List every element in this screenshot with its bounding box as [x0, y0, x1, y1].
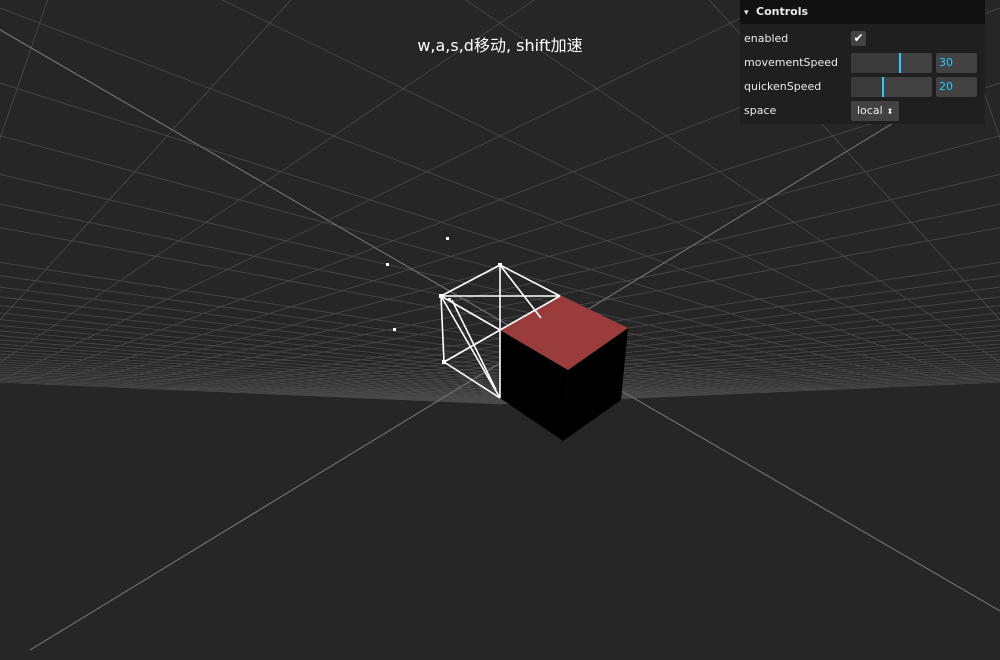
quicken-speed-slider[interactable] [851, 77, 932, 97]
checkmark-icon: ✔ [853, 31, 864, 45]
helper-point [498, 263, 502, 267]
slider-handle[interactable] [882, 77, 884, 97]
red-cube[interactable] [500, 295, 628, 441]
controls-panel: ▾ Controls enabled ✔ movementSpeed 30 qui… [740, 0, 985, 124]
helper-edge [499, 264, 542, 319]
controls-panel-title[interactable]: ▾ Controls [740, 0, 985, 24]
helper-point [439, 294, 443, 298]
movement-speed-slider[interactable] [851, 53, 932, 73]
grid-line [0, 0, 48, 140]
grid-line [0, 305, 767, 393]
helper-edge [440, 295, 445, 363]
space-row: space local ⬍ [740, 101, 985, 121]
grid-line [0, 296, 783, 392]
quicken-speed-input[interactable]: 20 [936, 77, 977, 97]
quicken-speed-row: quickenSpeed 20 [740, 77, 985, 97]
grid-line [0, 262, 834, 390]
helper-edge [499, 264, 561, 297]
helper-point [393, 328, 396, 331]
helper-point [442, 360, 446, 364]
slider-fill [851, 53, 900, 73]
select-arrows-icon: ⬍ [886, 107, 894, 116]
controls-title-label: Controls [756, 5, 809, 18]
slider-fill [851, 77, 883, 97]
helper-point [448, 298, 451, 301]
enabled-checkbox[interactable]: ✔ [851, 31, 866, 46]
helper-point [386, 263, 389, 266]
space-select-value: local [857, 104, 883, 117]
chevron-down-icon: ▾ [744, 8, 749, 18]
quicken-speed-label: quickenSpeed [744, 80, 822, 93]
space-select[interactable]: local ⬍ [851, 101, 900, 121]
movement-speed-row: movementSpeed 30 [740, 53, 985, 73]
space-label: space [744, 104, 777, 117]
movement-speed-label: movementSpeed [744, 56, 838, 69]
enabled-label: enabled [744, 32, 789, 45]
helper-edge [440, 264, 501, 297]
movement-speed-input[interactable]: 30 [936, 53, 977, 73]
helper-point [446, 237, 449, 240]
slider-handle[interactable] [899, 53, 901, 73]
enabled-row: enabled ✔ [740, 29, 985, 49]
